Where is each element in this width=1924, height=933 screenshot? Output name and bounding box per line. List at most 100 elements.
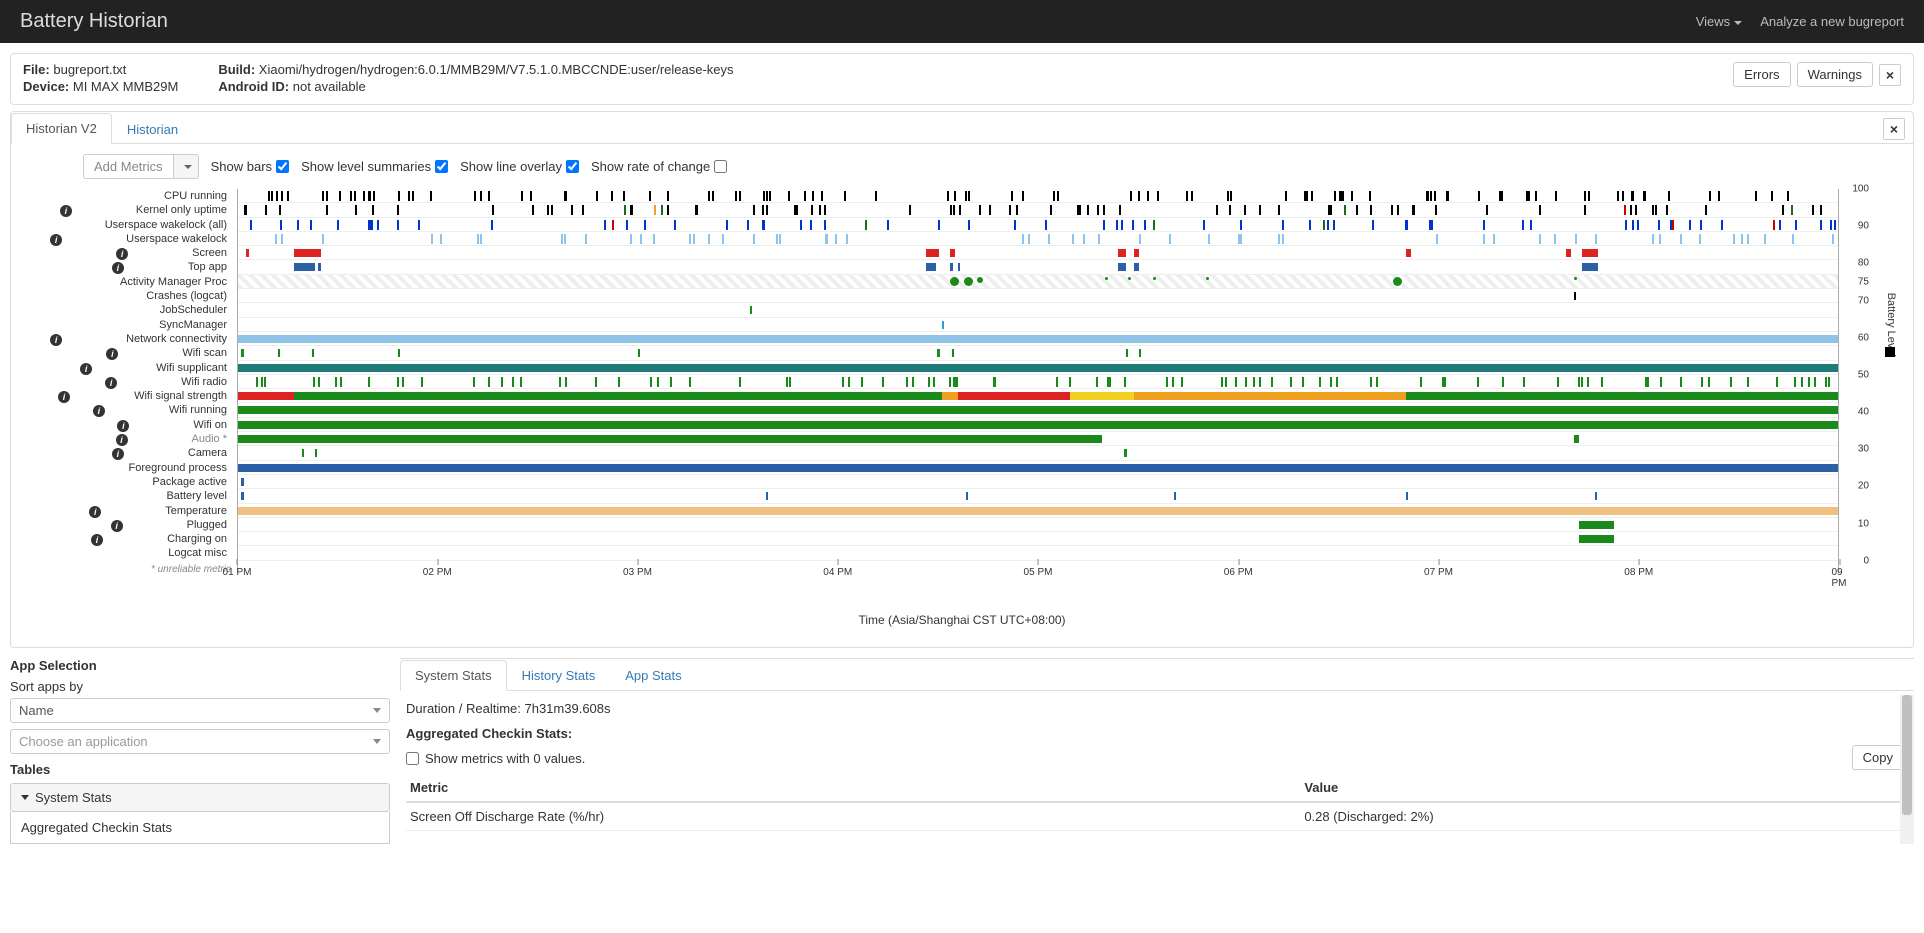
- navbar: Battery Historian Views Analyze a new bu…: [0, 0, 1924, 43]
- timeline-row[interactable]: [238, 518, 1838, 532]
- add-metrics-control[interactable]: Add Metrics: [83, 154, 199, 179]
- errors-button[interactable]: Errors: [1733, 62, 1790, 87]
- show-level-toggle[interactable]: Show level summaries: [301, 159, 448, 174]
- timeline-row[interactable]: [238, 218, 1838, 232]
- app-title: Battery Historian: [20, 10, 168, 33]
- close-info-button[interactable]: ×: [1879, 64, 1901, 86]
- info-icon[interactable]: i: [116, 434, 128, 446]
- timeline-row[interactable]: [238, 361, 1838, 375]
- info-icon[interactable]: i: [58, 391, 70, 403]
- row-label: Wifi running: [169, 404, 227, 416]
- device-value: MI MAX MMB29M: [73, 79, 178, 94]
- chevron-down-icon: [1734, 21, 1742, 25]
- info-icon[interactable]: i: [50, 234, 62, 246]
- agg-checkin-title: Aggregated Checkin Stats:: [406, 726, 1908, 741]
- tab-system-stats[interactable]: System Stats: [400, 660, 507, 691]
- timeline-row[interactable]: [238, 332, 1838, 346]
- timeline-row[interactable]: [238, 504, 1838, 518]
- scrollbar[interactable]: [1900, 695, 1914, 844]
- timeline-row[interactable]: [238, 189, 1838, 203]
- timeline-row[interactable]: [238, 389, 1838, 403]
- timeline-row[interactable]: [238, 461, 1838, 475]
- info-left: File: bugreport.txt Device: MI MAX MMB29…: [23, 62, 734, 96]
- app-select[interactable]: Choose an application: [10, 729, 390, 754]
- system-stats-accordion[interactable]: System Stats: [10, 783, 390, 812]
- info-right: Errors Warnings ×: [1733, 62, 1901, 87]
- row-label: Foreground process: [129, 462, 227, 474]
- analyze-link[interactable]: Analyze a new bugreport: [1760, 14, 1904, 29]
- sort-by-select[interactable]: Name: [10, 698, 390, 723]
- copy-button[interactable]: Copy: [1852, 745, 1904, 770]
- row-label: JobScheduler: [160, 304, 227, 316]
- info-icon[interactable]: i: [112, 262, 124, 274]
- chevron-down-icon: [373, 708, 381, 713]
- timeline-row[interactable]: [238, 289, 1838, 303]
- info-icon[interactable]: i: [117, 420, 129, 432]
- info-icon[interactable]: i: [106, 348, 118, 360]
- row-label: Network connectivity: [126, 333, 227, 345]
- show-bars-toggle[interactable]: Show bars: [211, 159, 289, 174]
- timeline-row[interactable]: [238, 232, 1838, 246]
- info-icon[interactable]: i: [50, 334, 62, 346]
- info-panel: File: bugreport.txt Device: MI MAX MMB29…: [10, 53, 1914, 105]
- views-menu[interactable]: Views: [1696, 14, 1742, 29]
- duration-text: Duration / Realtime: 7h31m39.608s: [406, 701, 1908, 716]
- timeline-row[interactable]: [238, 418, 1838, 432]
- show-rate-toggle[interactable]: Show rate of change: [591, 159, 727, 174]
- show-zero-toggle[interactable]: Show metrics with 0 values.: [406, 751, 1908, 766]
- stats-body: Duration / Realtime: 7h31m39.608s Aggreg…: [400, 701, 1914, 831]
- chevron-down-icon[interactable]: [174, 154, 199, 179]
- timeline-row[interactable]: [238, 432, 1838, 446]
- info-icon[interactable]: i: [89, 506, 101, 518]
- col-metric: Metric: [406, 774, 1300, 802]
- warnings-button[interactable]: Warnings: [1797, 62, 1873, 87]
- timeline-chart[interactable]: CPU runningiKernel only uptimeUserspace …: [25, 189, 1899, 589]
- stats-tabs: System Stats History Stats App Stats: [400, 659, 1914, 691]
- info-icon[interactable]: i: [111, 520, 123, 532]
- row-label: Charging on: [167, 533, 227, 545]
- right-pane: System Stats History Stats App Stats Dur…: [400, 658, 1914, 844]
- timeline-row[interactable]: [238, 203, 1838, 217]
- info-icon[interactable]: i: [91, 534, 103, 546]
- timeline-row[interactable]: [238, 275, 1838, 289]
- table-row: Screen Off Discharge Rate (%/hr) 0.28 (D…: [406, 802, 1908, 831]
- row-label: CPU running: [164, 190, 227, 202]
- row-label: Logcat misc: [168, 547, 227, 559]
- info-icon[interactable]: i: [93, 405, 105, 417]
- timeline-row[interactable]: [238, 532, 1838, 546]
- timeline-row[interactable]: [238, 403, 1838, 417]
- timeline-row[interactable]: [238, 346, 1838, 360]
- row-label: Battery level: [166, 490, 227, 502]
- timeline-row[interactable]: [238, 375, 1838, 389]
- info-icon[interactable]: i: [105, 377, 117, 389]
- timeline-row[interactable]: [238, 489, 1838, 503]
- timeline-row[interactable]: [238, 318, 1838, 332]
- tab-historian-v2[interactable]: Historian V2: [11, 113, 112, 144]
- file-value: bugreport.txt: [53, 62, 126, 77]
- row-label: Package active: [152, 476, 227, 488]
- build-value: Xiaomi/hydrogen/hydrogen:6.0.1/MMB29M/V7…: [259, 62, 734, 77]
- timeline-row[interactable]: [238, 475, 1838, 489]
- metrics-table: Metric Value Screen Off Discharge Rate (…: [406, 774, 1908, 831]
- timeline-row[interactable]: [238, 303, 1838, 317]
- scrollbar-thumb[interactable]: [1902, 695, 1912, 815]
- tables-heading: Tables: [10, 762, 390, 777]
- agg-checkin-item[interactable]: Aggregated Checkin Stats: [10, 812, 390, 844]
- info-icon[interactable]: i: [80, 363, 92, 375]
- timeline-row[interactable]: [238, 246, 1838, 260]
- show-line-toggle[interactable]: Show line overlay: [460, 159, 579, 174]
- timeline-row[interactable]: [238, 446, 1838, 460]
- row-label: Screen: [192, 247, 227, 259]
- tab-history-stats[interactable]: History Stats: [507, 660, 611, 691]
- info-icon[interactable]: i: [116, 248, 128, 260]
- close-panel-button[interactable]: ×: [1883, 118, 1905, 140]
- info-icon[interactable]: i: [112, 448, 124, 460]
- chevron-down-icon: [21, 795, 29, 800]
- tab-app-stats[interactable]: App Stats: [610, 660, 696, 691]
- tab-historian[interactable]: Historian: [112, 114, 193, 144]
- unreliable-note: * unreliable metric: [25, 564, 231, 575]
- timeline-row[interactable]: [238, 260, 1838, 274]
- row-label: Wifi radio: [181, 376, 227, 388]
- row-label: Top app: [188, 261, 227, 273]
- info-icon[interactable]: i: [60, 205, 72, 217]
